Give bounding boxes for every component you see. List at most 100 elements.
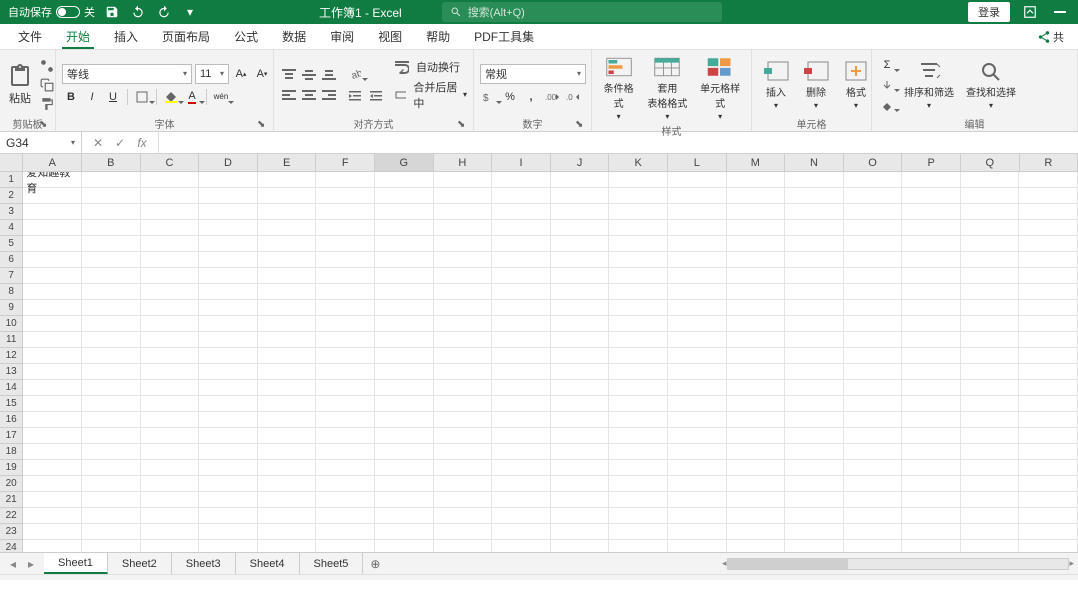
- cell-C10[interactable]: [141, 316, 200, 332]
- cell-J19[interactable]: [551, 460, 610, 476]
- cell-N3[interactable]: [785, 204, 844, 220]
- cell-G15[interactable]: [375, 396, 434, 412]
- cell-K14[interactable]: [609, 380, 668, 396]
- cell-D24[interactable]: [199, 540, 258, 552]
- phonetic-button[interactable]: wén: [212, 88, 230, 106]
- cell-B21[interactable]: [82, 492, 141, 508]
- cell-D4[interactable]: [199, 220, 258, 236]
- cell-J10[interactable]: [551, 316, 610, 332]
- font-color-button[interactable]: A: [183, 88, 201, 106]
- cell-P11[interactable]: [902, 332, 961, 348]
- cell-H9[interactable]: [434, 300, 493, 316]
- cell-R11[interactable]: [1019, 332, 1078, 348]
- cell-R21[interactable]: [1019, 492, 1078, 508]
- cell-P6[interactable]: [902, 252, 961, 268]
- cell-R12[interactable]: [1019, 348, 1078, 364]
- cell-P21[interactable]: [902, 492, 961, 508]
- row-header-12[interactable]: 12: [0, 348, 23, 364]
- cell-J2[interactable]: [551, 188, 610, 204]
- cell-N14[interactable]: [785, 380, 844, 396]
- cell-O10[interactable]: [844, 316, 903, 332]
- cell-D22[interactable]: [199, 508, 258, 524]
- fill-button[interactable]: [878, 76, 896, 94]
- cell-D17[interactable]: [199, 428, 258, 444]
- cell-G1[interactable]: [375, 172, 434, 188]
- add-sheet-button[interactable]: ⊕: [363, 553, 387, 574]
- row-header-3[interactable]: 3: [0, 204, 23, 220]
- cell-P1[interactable]: [902, 172, 961, 188]
- cell-I20[interactable]: [492, 476, 551, 492]
- cell-M14[interactable]: [727, 380, 786, 396]
- clipboard-launcher-icon[interactable]: ⬊: [39, 119, 49, 129]
- cell-B3[interactable]: [82, 204, 141, 220]
- cell-E20[interactable]: [258, 476, 317, 492]
- menu-item-审阅[interactable]: 审阅: [318, 24, 366, 49]
- cell-O5[interactable]: [844, 236, 903, 252]
- cell-K18[interactable]: [609, 444, 668, 460]
- cell-C22[interactable]: [141, 508, 200, 524]
- cut-icon[interactable]: [38, 58, 56, 74]
- cell-I9[interactable]: [492, 300, 551, 316]
- find-select-button[interactable]: 查找和选择▾: [962, 58, 1020, 112]
- cell-M3[interactable]: [727, 204, 786, 220]
- cell-I2[interactable]: [492, 188, 551, 204]
- cell-Q1[interactable]: [961, 172, 1020, 188]
- cell-G16[interactable]: [375, 412, 434, 428]
- cell-B11[interactable]: [82, 332, 141, 348]
- cell-H16[interactable]: [434, 412, 493, 428]
- cell-E8[interactable]: [258, 284, 317, 300]
- cell-G8[interactable]: [375, 284, 434, 300]
- increase-font-icon[interactable]: A▴: [232, 65, 250, 83]
- italic-button[interactable]: I: [83, 88, 101, 106]
- cell-P3[interactable]: [902, 204, 961, 220]
- cell-N11[interactable]: [785, 332, 844, 348]
- cell-L21[interactable]: [668, 492, 727, 508]
- cell-J16[interactable]: [551, 412, 610, 428]
- sheet-tab-Sheet2[interactable]: Sheet2: [108, 553, 172, 574]
- row-header-13[interactable]: 13: [0, 364, 23, 380]
- row-header-16[interactable]: 16: [0, 412, 23, 428]
- login-button[interactable]: 登录: [968, 2, 1010, 22]
- cell-O20[interactable]: [844, 476, 903, 492]
- cell-B13[interactable]: [82, 364, 141, 380]
- row-header-7[interactable]: 7: [0, 268, 23, 284]
- accounting-format-button[interactable]: $: [480, 88, 498, 106]
- cell-O8[interactable]: [844, 284, 903, 300]
- cell-A4[interactable]: [23, 220, 82, 236]
- fill-color-button[interactable]: [162, 88, 180, 106]
- sheet-nav-prev-icon[interactable]: ◂: [6, 557, 20, 571]
- cell-Q23[interactable]: [961, 524, 1020, 540]
- cell-B23[interactable]: [82, 524, 141, 540]
- cell-N9[interactable]: [785, 300, 844, 316]
- decrease-indent-icon[interactable]: [346, 87, 364, 105]
- cell-H20[interactable]: [434, 476, 493, 492]
- cell-R2[interactable]: [1019, 188, 1078, 204]
- cell-E23[interactable]: [258, 524, 317, 540]
- cell-B19[interactable]: [82, 460, 141, 476]
- cell-B9[interactable]: [82, 300, 141, 316]
- increase-decimal-icon[interactable]: .00: [543, 88, 561, 106]
- cell-H14[interactable]: [434, 380, 493, 396]
- cell-I14[interactable]: [492, 380, 551, 396]
- cell-Q2[interactable]: [961, 188, 1020, 204]
- cell-J9[interactable]: [551, 300, 610, 316]
- cell-C4[interactable]: [141, 220, 200, 236]
- cell-A6[interactable]: [23, 252, 82, 268]
- horizontal-scrollbar[interactable]: ◂ ▸: [718, 553, 1078, 574]
- cell-O12[interactable]: [844, 348, 903, 364]
- cell-O16[interactable]: [844, 412, 903, 428]
- cell-P8[interactable]: [902, 284, 961, 300]
- cell-G23[interactable]: [375, 524, 434, 540]
- cell-L7[interactable]: [668, 268, 727, 284]
- cell-H15[interactable]: [434, 396, 493, 412]
- font-launcher-icon[interactable]: ⬊: [257, 119, 267, 129]
- cell-F21[interactable]: [316, 492, 375, 508]
- comma-button[interactable]: ,: [522, 88, 540, 106]
- row-header-20[interactable]: 20: [0, 476, 23, 492]
- col-header-C[interactable]: C: [141, 154, 200, 171]
- cell-I12[interactable]: [492, 348, 551, 364]
- cell-C19[interactable]: [141, 460, 200, 476]
- row-header-5[interactable]: 5: [0, 236, 23, 252]
- cell-M9[interactable]: [727, 300, 786, 316]
- name-box[interactable]: G34▾: [0, 132, 82, 153]
